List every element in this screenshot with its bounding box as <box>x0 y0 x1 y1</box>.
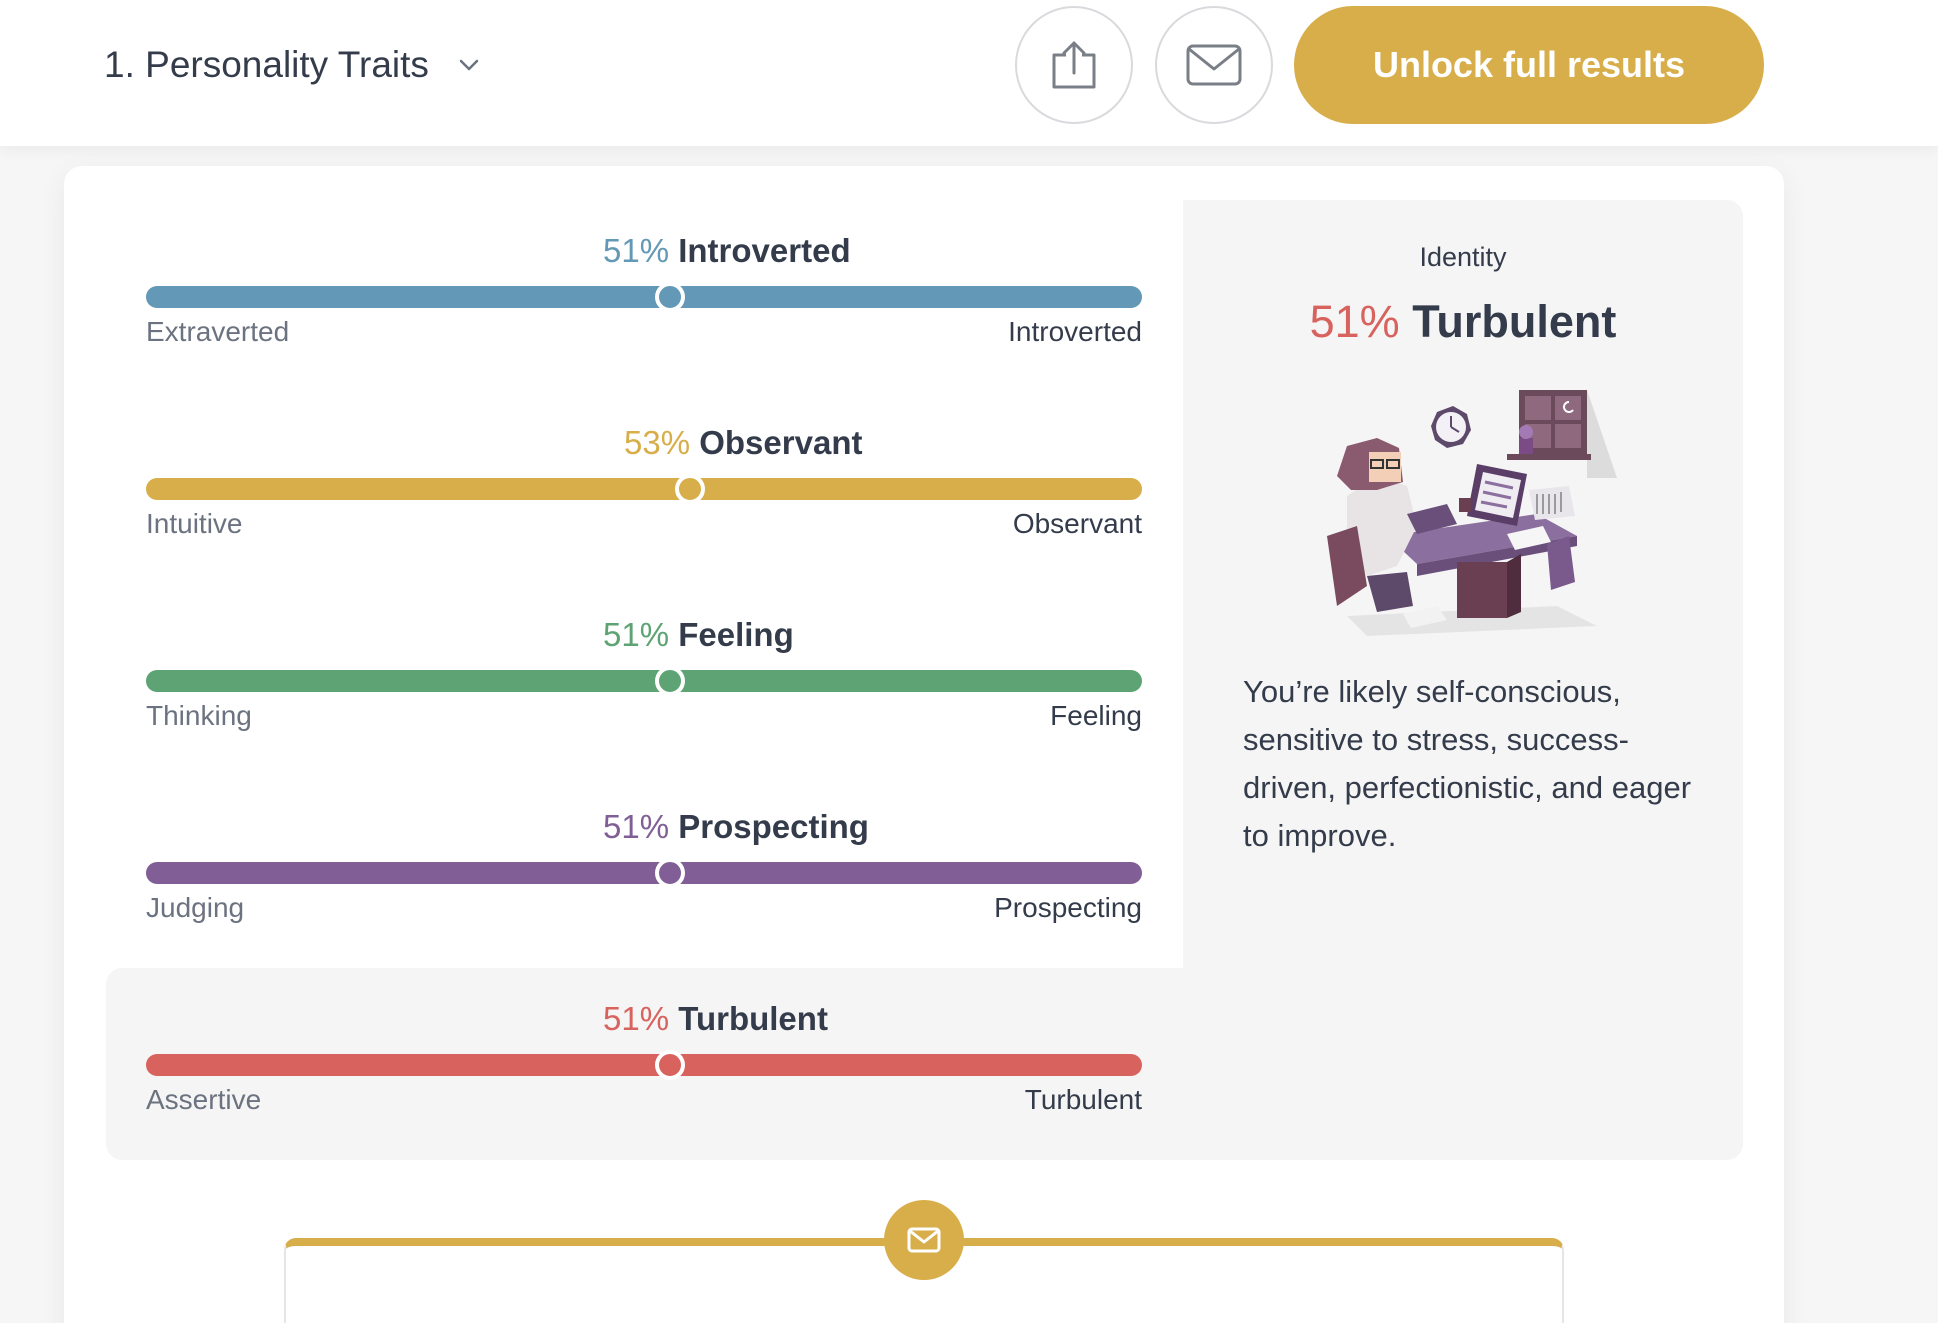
identity-label: Identity <box>1419 242 1507 272</box>
trait-right-label: Introverted <box>1008 316 1142 347</box>
trait-knob[interactable] <box>655 858 685 888</box>
email-badge <box>884 1200 964 1280</box>
identity-panel: Identity 51% Turbulent You’re likely sel… <box>1183 200 1743 1160</box>
top-bar: 1. Personality Traits Unlock full result… <box>0 0 1938 146</box>
trait-percent: 51% <box>603 808 670 845</box>
trait-knob[interactable] <box>655 282 685 312</box>
chevron-down-icon <box>459 59 479 71</box>
trait-title: 51% Feeling <box>603 616 794 658</box>
trait-left-label: Intuitive <box>146 508 243 539</box>
section-title: 1. Personality Traits <box>104 44 429 85</box>
trait-knob[interactable] <box>655 1050 685 1080</box>
trait-name: Introverted <box>678 232 851 269</box>
trait-bar <box>146 670 1142 692</box>
trait-bar <box>146 862 1142 884</box>
trait-left-label: Judging <box>146 892 245 923</box>
identity-percent: 51% <box>1309 296 1400 347</box>
trait-left-label: Extraverted <box>146 316 290 347</box>
trait-title: 53% Observant <box>624 424 862 466</box>
trait-title: 51% Turbulent <box>603 1000 828 1042</box>
trait-bar <box>146 478 1142 500</box>
trait-name: Turbulent <box>678 1000 828 1037</box>
trait-percent: 53% <box>624 424 691 461</box>
trait-energy: 51% Introverted Extraverted Introverted <box>146 232 1142 382</box>
mail-icon <box>907 1227 941 1253</box>
trait-title: 51% Introverted <box>603 232 851 274</box>
unlock-full-results-button[interactable]: Unlock full results <box>1294 6 1764 124</box>
trait-bar <box>146 1054 1142 1076</box>
trait-mind: 53% Observant Intuitive Observant <box>146 424 1142 574</box>
trait-knob[interactable] <box>655 666 685 696</box>
share-button[interactable] <box>1015 6 1133 124</box>
email-button[interactable] <box>1155 6 1273 124</box>
trait-percent: 51% <box>603 1000 670 1037</box>
trait-right-label: Observant <box>1012 508 1142 539</box>
trait-name: Observant <box>699 424 863 461</box>
trait-right-label: Turbulent <box>1024 1084 1142 1115</box>
trait-title: 51% Prospecting <box>603 808 869 850</box>
mail-icon <box>1186 44 1242 86</box>
trait-left-label: Thinking <box>146 700 252 731</box>
turbulent-illustration <box>1327 390 1617 636</box>
identity-title: 51% Turbulent <box>1183 296 1743 348</box>
trait-tactics: 51% Prospecting Judging Prospecting <box>146 808 1142 958</box>
trait-knob[interactable] <box>675 474 705 504</box>
identity-description: You’re likely self-conscious, sensitive … <box>1243 674 1692 853</box>
identity-name: Turbulent <box>1412 296 1617 347</box>
trait-right-label: Prospecting <box>994 892 1142 923</box>
section-dropdown[interactable]: 1. Personality Traits <box>104 44 481 86</box>
share-icon <box>1052 41 1096 89</box>
trait-nature: 51% Feeling Thinking Feeling <box>146 616 1142 766</box>
trait-identity: 51% Turbulent Assertive Turbulent <box>146 1000 1142 1150</box>
trait-right-label: Feeling <box>1050 700 1142 731</box>
trait-percent: 51% <box>603 232 670 269</box>
trait-bar <box>146 286 1142 308</box>
trait-percent: 51% <box>603 616 670 653</box>
trait-name: Feeling <box>678 616 794 653</box>
trait-left-label: Assertive <box>146 1084 262 1115</box>
trait-name: Prospecting <box>678 808 869 845</box>
